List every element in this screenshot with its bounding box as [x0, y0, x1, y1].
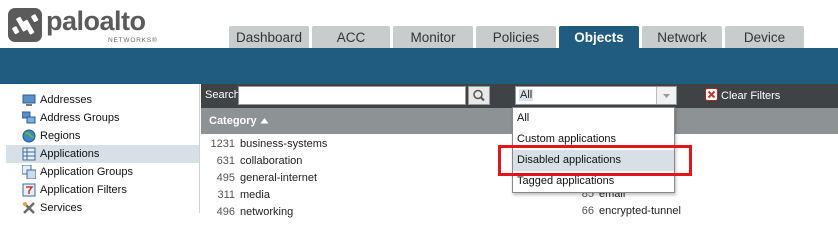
tab-objects[interactable]: Objects	[559, 26, 639, 48]
list-item[interactable]: 1231 business-systems	[201, 136, 501, 153]
sidebar-item-label: Services	[40, 202, 83, 214]
clear-filters-button[interactable]: Clear Filters	[705, 88, 780, 102]
select-value: All	[519, 89, 534, 101]
category-count: 1231	[210, 138, 235, 150]
subcategory-name: encrypted-tunnel	[599, 205, 681, 217]
list-item[interactable]: 496 networking	[201, 204, 501, 221]
search-input[interactable]	[238, 86, 466, 105]
app-header: paloalto NETWORKS® Dashboard ACC Monitor…	[0, 0, 838, 48]
category-count: 311	[217, 189, 235, 201]
list-item[interactable]: 495 general-internet	[201, 170, 501, 187]
sidebar-item-applications[interactable]: Applications	[6, 145, 199, 163]
dropdown-arrow-icon	[663, 94, 670, 98]
main-tabs: Dashboard ACC Monitor Policies Objects N…	[229, 26, 807, 48]
category-name: networking	[240, 206, 294, 218]
sidebar-item-addresses[interactable]: Addresses	[6, 91, 199, 109]
category-header-label: Category	[209, 115, 269, 127]
filter-icon	[22, 183, 36, 197]
filter-bar: Search All Clear Filters	[201, 84, 838, 108]
list-item[interactable]: 631 collaboration	[201, 153, 501, 170]
category-name: business-systems	[240, 138, 328, 150]
objects-sidebar: Addresses Address Groups Regions Applica…	[6, 84, 200, 214]
header-band	[0, 48, 838, 84]
category-count: 495	[216, 172, 235, 184]
tab-network[interactable]: Network	[642, 26, 722, 48]
list-item[interactable]: 66 encrypted-tunnel	[560, 203, 760, 220]
paloalto-logo: paloalto NETWORKS®	[8, 6, 158, 44]
sidebar-item-label: Application Filters	[40, 184, 127, 196]
brand-subtitle: NETWORKS®	[108, 37, 158, 44]
tab-dashboard[interactable]: Dashboard	[229, 26, 309, 48]
tab-monitor[interactable]: Monitor	[393, 26, 473, 48]
chevron-down-icon[interactable]	[656, 87, 676, 104]
category-name: media	[240, 189, 270, 201]
services-icon	[23, 202, 35, 214]
application-type-select[interactable]: All	[515, 86, 677, 105]
applications-icon	[22, 147, 36, 161]
paloalto-logo-icon	[8, 8, 42, 42]
clear-filters-label: Clear Filters	[721, 90, 781, 102]
search-button[interactable]	[468, 86, 490, 105]
category-count: 496	[216, 206, 235, 218]
magnifier-icon	[473, 89, 485, 102]
addresses-icon	[22, 94, 36, 106]
highlight-annotation-box	[498, 145, 692, 176]
sidebar-item-label: Applications	[40, 148, 100, 160]
clear-filter-icon	[705, 88, 718, 101]
list-item[interactable]: 311 media	[201, 187, 501, 204]
sidebar-item-application-groups[interactable]: Application Groups	[6, 163, 199, 181]
category-name: collaboration	[240, 155, 303, 167]
sidebar-item-label: Regions	[40, 130, 81, 142]
category-name: general-internet	[240, 172, 318, 184]
sidebar-item-address-groups[interactable]: Address Groups	[6, 109, 199, 127]
sidebar-item-label: Application Groups	[40, 166, 133, 178]
sort-ascending-icon	[260, 118, 269, 124]
tab-device[interactable]: Device	[725, 26, 804, 48]
sidebar-item-regions[interactable]: Regions	[6, 127, 199, 145]
globe-icon	[22, 129, 36, 143]
sidebar-item-application-filters[interactable]: Application Filters	[6, 181, 199, 199]
sidebar-item-services[interactable]: Services	[6, 199, 199, 217]
application-groups-icon	[22, 165, 36, 179]
category-list: 1231 business-systems 631 collaboration 49…	[201, 136, 501, 221]
category-count: 631	[216, 155, 235, 167]
address-groups-icon	[22, 111, 36, 124]
tab-policies[interactable]: Policies	[476, 26, 556, 48]
sidebar-item-label: Address Groups	[40, 112, 120, 124]
subcategory-count: 66	[581, 205, 594, 217]
search-label: Search	[205, 89, 240, 101]
tab-acc[interactable]: ACC	[312, 26, 390, 48]
brand-name: paloalto	[46, 6, 146, 36]
dropdown-option-all[interactable]: All	[513, 108, 674, 129]
sidebar-item-label: Addresses	[40, 94, 92, 106]
